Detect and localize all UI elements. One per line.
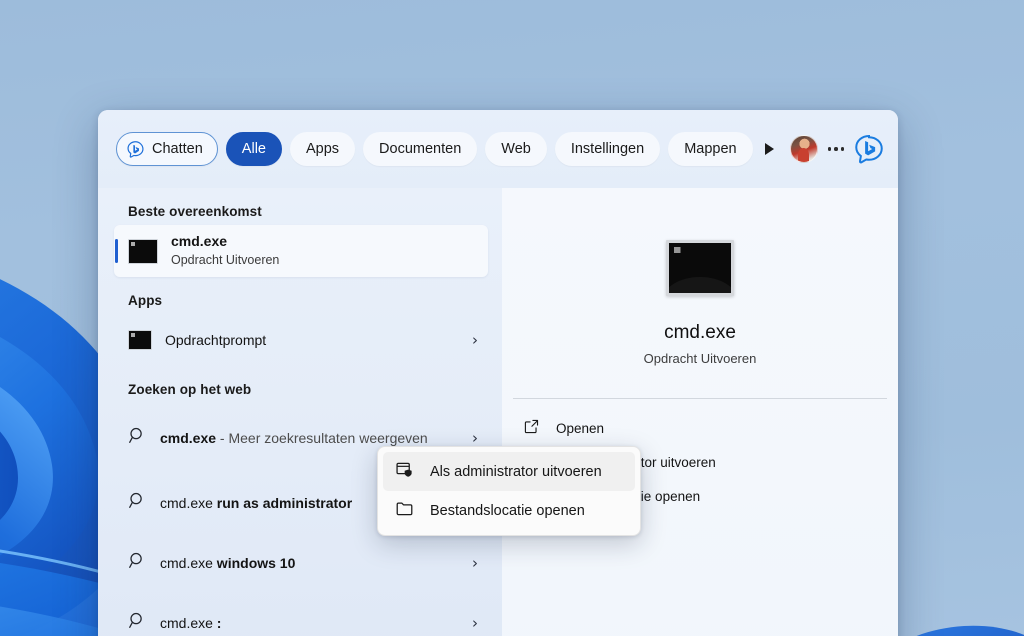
tab-label: Web [501, 141, 531, 157]
search-results-column: Beste overeenkomst cmd.exe Opdracht Uitv… [98, 188, 502, 636]
web-result-suffix: run as administrator [213, 495, 352, 511]
search-icon [128, 491, 147, 515]
tab-label: Chatten [152, 141, 203, 157]
chevron-right-icon[interactable]: › [464, 554, 478, 572]
context-menu-item-label: Bestandslocatie openen [430, 503, 585, 519]
command-prompt-icon [128, 239, 158, 264]
tab-label: Documenten [379, 141, 461, 157]
command-prompt-icon [666, 240, 734, 296]
tab-label: Mappen [684, 141, 736, 157]
tab-mappen[interactable]: Mappen [668, 132, 752, 166]
tab-label: Alle [242, 141, 266, 157]
context-menu-item-label: Als administrator uitvoeren [430, 464, 602, 480]
desktop-screen: Chatten Alle Apps Documenten Web Instell… [0, 0, 1024, 636]
shield-admin-icon [395, 460, 414, 483]
web-result-query: cmd.exe [160, 615, 213, 631]
action-openen[interactable]: Openen [513, 411, 887, 445]
web-result-query: cmd.exe [160, 555, 213, 571]
folder-icon [395, 499, 414, 522]
result-text: cmd.exe Opdracht Uitvoeren [171, 233, 279, 269]
web-result-label: cmd.exe : [160, 613, 221, 633]
chevron-right-icon[interactable]: › [464, 614, 478, 632]
tab-alle[interactable]: Alle [226, 132, 282, 166]
context-menu: Als administrator uitvoeren Bestandsloca… [377, 446, 641, 536]
preview-title: cmd.exe [664, 322, 736, 344]
tab-label: Instellingen [571, 141, 644, 157]
section-heading-apps: Apps [114, 277, 488, 314]
preview-panel: cmd.exe Opdracht Uitvoeren Openen [502, 188, 898, 636]
search-icon [128, 426, 147, 450]
windows-search-flyout: Chatten Alle Apps Documenten Web Instell… [98, 110, 898, 636]
tab-documenten[interactable]: Documenten [363, 132, 477, 166]
web-result-query: cmd.exe [160, 495, 213, 511]
web-result-suffix: windows 10 [213, 555, 295, 571]
result-title: Opdrachtprompt [165, 332, 266, 348]
chevron-right-icon[interactable]: › [464, 331, 478, 349]
bing-chat-icon [126, 140, 145, 159]
tab-web[interactable]: Web [485, 132, 547, 166]
search-icon [128, 611, 147, 635]
section-heading-web: Zoeken op het web [114, 366, 488, 403]
result-title: cmd.exe [171, 233, 279, 250]
more-options-icon[interactable] [828, 136, 845, 162]
search-body: Beste overeenkomst cmd.exe Opdracht Uitv… [98, 188, 898, 636]
tab-instellingen[interactable]: Instellingen [555, 132, 660, 166]
user-avatar[interactable] [790, 135, 818, 163]
open-external-icon [523, 418, 540, 438]
tab-apps[interactable]: Apps [290, 132, 355, 166]
section-heading-best-match: Beste overeenkomst [114, 188, 488, 225]
result-subtitle: Opdracht Uitvoeren [171, 252, 279, 269]
preview-divider [513, 398, 887, 399]
web-result-suffix: : [213, 615, 222, 631]
result-app-opdrachtprompt[interactable]: Opdrachtprompt › [114, 314, 488, 366]
web-result-query: cmd.exe [160, 430, 216, 446]
command-prompt-icon [128, 330, 152, 350]
web-result-3[interactable]: cmd.exe : › [114, 593, 488, 636]
web-result-suffix: - Meer zoekresultaten weergeven [216, 430, 428, 446]
web-result-2[interactable]: cmd.exe windows 10 › [114, 533, 488, 593]
triangle-right-icon[interactable] [765, 136, 774, 162]
chevron-right-icon[interactable]: › [464, 429, 478, 447]
tab-label: Apps [306, 141, 339, 157]
action-label: Openen [556, 421, 604, 436]
tab-chatten[interactable]: Chatten [116, 132, 218, 166]
search-icon [128, 551, 147, 575]
search-filter-tabbar: Chatten Alle Apps Documenten Web Instell… [98, 110, 898, 188]
preview-subtitle: Opdracht Uitvoeren [644, 351, 757, 366]
context-menu-item-open-file-location[interactable]: Bestandslocatie openen [383, 491, 635, 530]
context-menu-item-run-as-administrator[interactable]: Als administrator uitvoeren [383, 452, 635, 491]
result-best-match-cmd-exe[interactable]: cmd.exe Opdracht Uitvoeren [114, 225, 488, 277]
web-result-label: cmd.exe windows 10 [160, 553, 295, 573]
bing-logo-icon[interactable] [854, 134, 884, 164]
web-result-label: cmd.exe run as administrator [160, 493, 352, 513]
